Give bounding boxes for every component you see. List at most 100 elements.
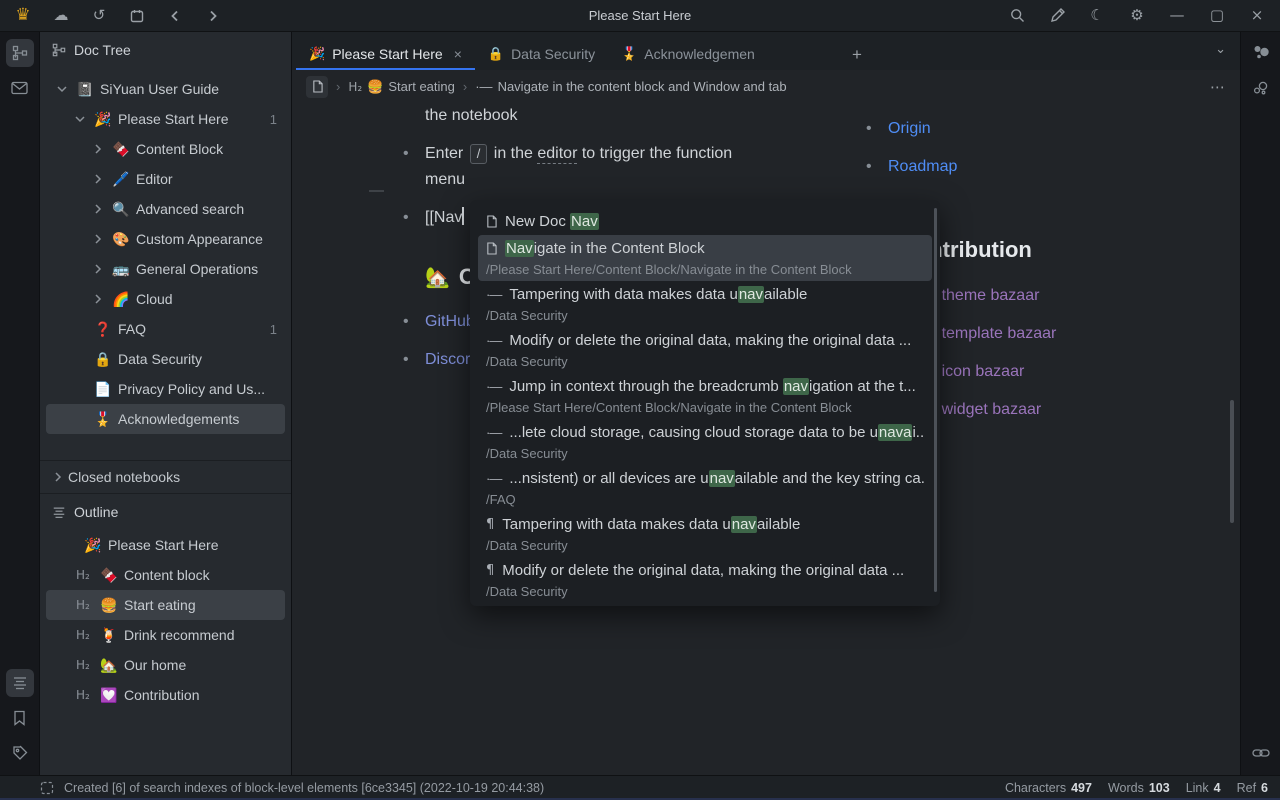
more-options-icon[interactable]: ⋯: [1210, 78, 1226, 96]
doc-tree-item[interactable]: 🔍 Advanced search: [46, 194, 285, 224]
app-window: Please Start Here ♛ ☁ ↺ ☾ ⚙ —: [0, 0, 1280, 800]
chevron-icon[interactable]: [94, 263, 112, 275]
doc-tree-item[interactable]: 🍫 Content Block: [46, 134, 285, 164]
external-link[interactable]: Roadmap: [888, 158, 957, 175]
search-result-item[interactable]: ·— ¶ Jump in context through the breadcr…: [478, 373, 932, 419]
search-result-item[interactable]: ·— ¶ Modify or delete the original data,…: [478, 327, 932, 373]
outline-title: Outline: [74, 504, 118, 520]
external-link[interactable]: Origin: [888, 120, 931, 137]
tab-list-caret-icon[interactable]: ⌄: [1215, 42, 1226, 57]
outline-item[interactable]: H₂ 💟 Contribution: [46, 680, 285, 710]
search-result-item[interactable]: ·— ¶ ...nsistent) or all devices are una…: [478, 465, 932, 511]
doc-tree-item[interactable]: ❓ FAQ 1: [46, 314, 285, 344]
outline-item[interactable]: H₂ 🍫 Content block: [46, 560, 285, 590]
doc-count-badge: 1: [270, 322, 277, 337]
back-icon[interactable]: [166, 7, 184, 25]
outline-item[interactable]: H₂ 🍹 Drink recommend: [46, 620, 285, 650]
counter: Ref6: [1237, 781, 1268, 795]
document-tab[interactable]: 🎖️ Acknowledgemen: [608, 40, 768, 70]
doc-tree-item[interactable]: 📓 SiYuan User Guide: [46, 74, 285, 104]
chevron-icon[interactable]: [94, 203, 112, 215]
tab-close-icon[interactable]: ×: [454, 46, 462, 62]
outline-item[interactable]: H₂ 🍔 Start eating: [46, 590, 285, 620]
doc-tree-list: 📓 SiYuan User Guide 🎉 Please Start Here …: [40, 68, 291, 434]
outline-dock-icon[interactable]: [6, 669, 34, 697]
counter: Words103: [1108, 781, 1170, 795]
heading-emoji-icon: 🎉: [84, 537, 108, 554]
chevron-icon[interactable]: [94, 143, 112, 155]
doc-tree-item[interactable]: 🖊️ Editor: [46, 164, 285, 194]
external-link[interactable]: GitHub: [425, 313, 475, 330]
doc-tree-item[interactable]: 🔒 Data Security: [46, 344, 285, 374]
outline-item[interactable]: H₂ 🏡 Our home: [46, 650, 285, 680]
doc-tree-item[interactable]: 🎨 Custom Appearance: [46, 224, 285, 254]
forward-icon[interactable]: [204, 7, 222, 25]
breadcrumb: › H₂ 🍔 Start eating › ·— Navigate in the…: [292, 70, 1240, 103]
search-result-item[interactable]: ·— ¶ Tampering with data makes data unav…: [478, 281, 932, 327]
heading-title: Our home: [124, 657, 186, 673]
document-tab[interactable]: 🎉 Please Start Here ×: [296, 40, 475, 70]
maximize-icon[interactable]: ▢: [1208, 7, 1226, 25]
closed-notebooks-row[interactable]: Closed notebooks: [40, 461, 291, 493]
search-highlight: nav: [738, 286, 764, 303]
list-item: Enter / in the editor to trigger the fun…: [425, 141, 755, 193]
outline-icon: [52, 506, 66, 519]
bookmark-dock-icon[interactable]: [6, 704, 34, 732]
outline-item[interactable]: 🎉 Please Start Here: [46, 530, 285, 560]
doc-tree-item[interactable]: 🎖️ Acknowledgements: [46, 404, 285, 434]
doc-tree-dock-icon[interactable]: [6, 39, 34, 67]
inbox-mail-icon[interactable]: [6, 74, 34, 102]
doc-tree-item[interactable]: 🌈 Cloud: [46, 284, 285, 314]
breadcrumb-block-segment[interactable]: ·— Navigate in the content block and Win…: [475, 79, 786, 94]
siyuan-logo-icon: ♛: [14, 7, 32, 25]
chevron-icon[interactable]: [94, 293, 112, 305]
doc-emoji-icon: 📓: [76, 81, 100, 98]
theme-moon-icon[interactable]: ☾: [1088, 7, 1106, 25]
search-result-item[interactable]: ·— ¶ Tampering with data makes data unav…: [478, 511, 932, 557]
editor-scrollbar[interactable]: [1230, 400, 1234, 523]
chevron-icon[interactable]: [76, 113, 94, 125]
list-item: Go to icon bazaar: [898, 359, 1218, 385]
search-result-item[interactable]: ·— ¶ New Doc Nav: [478, 208, 932, 235]
document-tab[interactable]: 🔒 Data Security: [475, 40, 608, 70]
tab-emoji-icon: 🎖️: [621, 46, 637, 62]
new-tab-button[interactable]: +: [838, 40, 876, 70]
kbd-slash: /: [470, 144, 488, 164]
doc-emoji-icon: 🔍: [112, 201, 136, 218]
doc-tree-item[interactable]: 🚌 General Operations: [46, 254, 285, 284]
search-icon[interactable]: [1008, 7, 1026, 25]
settings-gear-icon[interactable]: ⚙: [1128, 7, 1146, 25]
doc-tree-title: Doc Tree: [74, 42, 131, 58]
search-result-item[interactable]: ·— ¶ Navigate in the Content Block /Plea…: [478, 235, 932, 281]
closed-notebooks-label: Closed notebooks: [68, 469, 180, 485]
search-result-item[interactable]: ·— ¶ Modify or delete the original data,…: [478, 557, 932, 603]
daily-note-calendar-icon[interactable]: [128, 7, 146, 25]
breadcrumb-heading-segment[interactable]: H₂ 🍔 Start eating: [348, 79, 455, 95]
block-drag-handle-icon[interactable]: —: [369, 182, 384, 199]
edit-pencil-icon[interactable]: [1048, 7, 1066, 25]
backlinks-dock-icon[interactable]: [1247, 739, 1275, 767]
chevron-icon[interactable]: [94, 233, 112, 245]
doc-tree-item[interactable]: 📄 Privacy Policy and Us...: [46, 374, 285, 404]
segment-label: Navigate in the content block and Window…: [498, 79, 787, 94]
search-result-item[interactable]: ·— ¶ ...lete cloud storage, causing clou…: [478, 419, 932, 465]
block-ref-link[interactable]: editor: [537, 145, 577, 164]
graph-dock-icon[interactable]: [1247, 39, 1275, 67]
global-graph-dock-icon[interactable]: [1247, 74, 1275, 102]
tab-label: Data Security: [511, 46, 595, 62]
list-item: Go to theme bazaar: [898, 283, 1218, 309]
minimize-icon[interactable]: —: [1168, 7, 1186, 25]
cloud-sync-icon[interactable]: ☁: [52, 7, 70, 25]
document-icon[interactable]: [306, 76, 328, 98]
counter: Characters497: [1005, 781, 1092, 795]
search-result-path: /Data Security: [486, 352, 924, 371]
chevron-icon[interactable]: [58, 83, 76, 95]
popup-scrollbar[interactable]: [934, 208, 937, 592]
close-icon[interactable]: ×: [1248, 7, 1266, 25]
list-item: Go to template bazaar: [898, 321, 1218, 347]
doc-tree-item[interactable]: 🎉 Please Start Here 1: [46, 104, 285, 134]
history-icon[interactable]: ↺: [90, 7, 108, 25]
chevron-icon[interactable]: [94, 173, 112, 185]
tag-dock-icon[interactable]: [6, 739, 34, 767]
doc-tree-panel-header: Doc Tree: [40, 32, 291, 68]
